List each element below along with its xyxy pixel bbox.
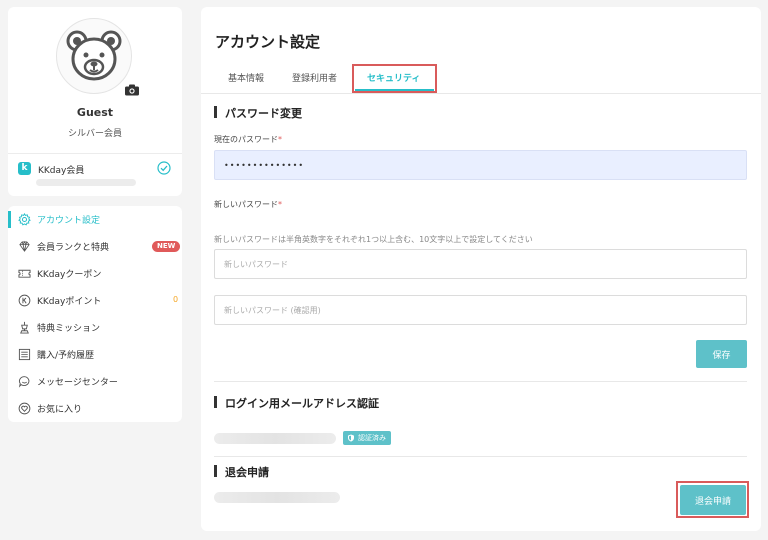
password-hint: 新しいパスワードは半角英数字をそれぞれ1つ以上含む、10文字以上で設定してくださ…	[214, 235, 533, 244]
current-password-label: 現在のパスワード*	[214, 134, 282, 145]
blurred-member-id	[36, 179, 136, 186]
menu-item-message-center[interactable]: メッセージセンター	[8, 368, 182, 395]
profile-card: Guest シルバー会員 k KKday会員	[8, 7, 182, 196]
verified-badge: 認証済み	[343, 431, 391, 445]
menu-item-missions[interactable]: 特典ミッション	[8, 314, 182, 341]
trophy-icon	[20, 321, 29, 334]
menu-item-label: 購入/予約履歴	[37, 351, 95, 361]
section-divider	[214, 456, 747, 457]
tab-security[interactable]: セキュリティ	[367, 71, 420, 84]
divider	[8, 153, 182, 154]
save-button[interactable]: 保存	[696, 340, 747, 368]
points-count: 0	[173, 295, 179, 304]
check-circle-icon	[157, 161, 171, 175]
menu-item-order-history[interactable]: 購入/予約履歴	[8, 341, 182, 368]
new-password-label: 新しいパスワード*	[214, 199, 282, 210]
menu-item-account-settings[interactable]: アカウント設定	[8, 206, 182, 233]
current-password-input[interactable]	[214, 150, 747, 180]
list-icon	[18, 348, 31, 361]
side-menu: アカウント設定 会員ランクと特典 NEW KKdayクーポン KKdayポイント…	[8, 206, 182, 422]
menu-item-label: 会員ランクと特典	[37, 243, 110, 253]
page-title: アカウント設定	[215, 33, 321, 51]
menu-item-coupons[interactable]: KKdayクーポン	[8, 260, 182, 287]
member-rank: シルバー会員	[67, 129, 122, 139]
membership-label: KKday会員	[38, 166, 85, 176]
withdraw-section-title: 退会申請	[214, 464, 269, 480]
section-divider	[214, 381, 747, 382]
required-mark: *	[278, 135, 282, 144]
new-password-label-text: 新しいパスワード	[214, 200, 278, 209]
new-password-input[interactable]	[214, 249, 747, 279]
menu-item-member-rank[interactable]: 会員ランクと特典 NEW	[8, 233, 182, 260]
email-section-title: ログイン用メールアドレス認証	[214, 395, 379, 411]
tab-registered-users[interactable]: 登録利用者	[292, 71, 337, 84]
new-badge: NEW	[152, 241, 181, 252]
menu-item-points[interactable]: KKdayポイント 0	[8, 287, 182, 314]
gear-icon	[18, 213, 31, 226]
blurred-account-info	[214, 492, 340, 503]
withdraw-button[interactable]: 退会申請	[680, 485, 746, 515]
menu-item-label: お気に入り	[37, 405, 83, 415]
menu-item-label: 特典ミッション	[37, 324, 101, 334]
camera-icon[interactable]	[124, 84, 140, 96]
tab-basic-info[interactable]: 基本情報	[228, 71, 264, 84]
menu-item-label: メッセージセンター	[37, 378, 118, 388]
main-panel: アカウント設定 基本情報 登録利用者 セキュリティ パスワード変更 現在のパスワ…	[201, 7, 761, 531]
menu-item-favorites[interactable]: お気に入り	[8, 395, 182, 422]
diamond-icon	[19, 240, 30, 252]
chat-icon	[18, 376, 30, 388]
tab-active-indicator	[355, 89, 434, 91]
tabs-divider	[201, 93, 761, 94]
menu-item-label: アカウント設定	[37, 216, 101, 226]
kkday-logo-icon: k	[18, 162, 31, 175]
required-mark: *	[278, 200, 282, 209]
avatar[interactable]	[56, 18, 132, 94]
shield-icon	[348, 434, 354, 442]
user-name: Guest	[76, 106, 114, 119]
point-coin-icon	[18, 294, 31, 307]
menu-item-label: KKdayクーポン	[37, 270, 102, 280]
password-section-title: パスワード変更	[214, 105, 302, 121]
menu-item-label: KKdayポイント	[37, 297, 102, 307]
heart-icon	[18, 402, 31, 415]
verified-label: 認証済み	[358, 434, 386, 442]
confirm-password-input[interactable]	[214, 295, 747, 325]
ticket-icon	[18, 269, 31, 278]
current-password-label-text: 現在のパスワード	[214, 135, 278, 144]
bear-avatar-icon	[66, 30, 122, 81]
blurred-email	[214, 433, 336, 444]
